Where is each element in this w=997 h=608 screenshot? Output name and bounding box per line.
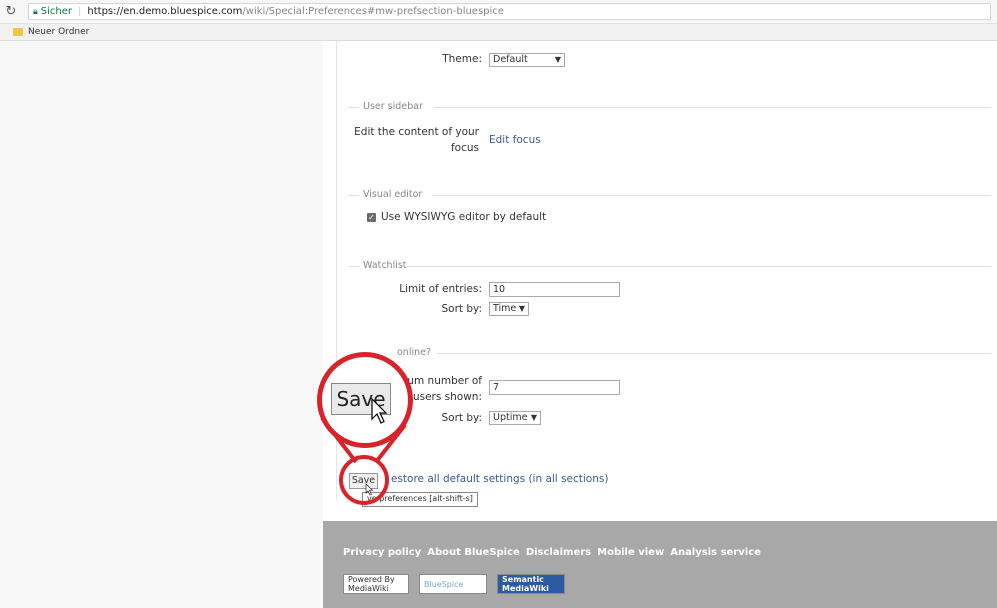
zoom-magnifier: Save — [317, 352, 413, 448]
mediawiki-badge[interactable]: Powered By MediaWiki — [343, 574, 409, 594]
footer-link-analysis[interactable]: Analysis service — [670, 547, 761, 558]
zoom-callout-cone — [320, 416, 407, 496]
small-highlight-circle — [339, 455, 389, 505]
bluespice-badge[interactable]: BlueSpice — [419, 574, 487, 594]
page-footer: Privacy policy About BlueSpice Disclaime… — [323, 521, 997, 608]
footer-link-disclaimers[interactable]: Disclaimers — [526, 547, 591, 558]
footer-links: Privacy policy About BlueSpice Disclaime… — [343, 547, 767, 558]
footer-link-privacy[interactable]: Privacy policy — [343, 547, 421, 558]
footer-link-about[interactable]: About BlueSpice — [427, 547, 520, 558]
footer-link-mobile[interactable]: Mobile view — [597, 547, 664, 558]
smw-badge[interactable]: Semantic MediaWiki — [497, 574, 565, 594]
cursor-icon — [371, 397, 388, 424]
